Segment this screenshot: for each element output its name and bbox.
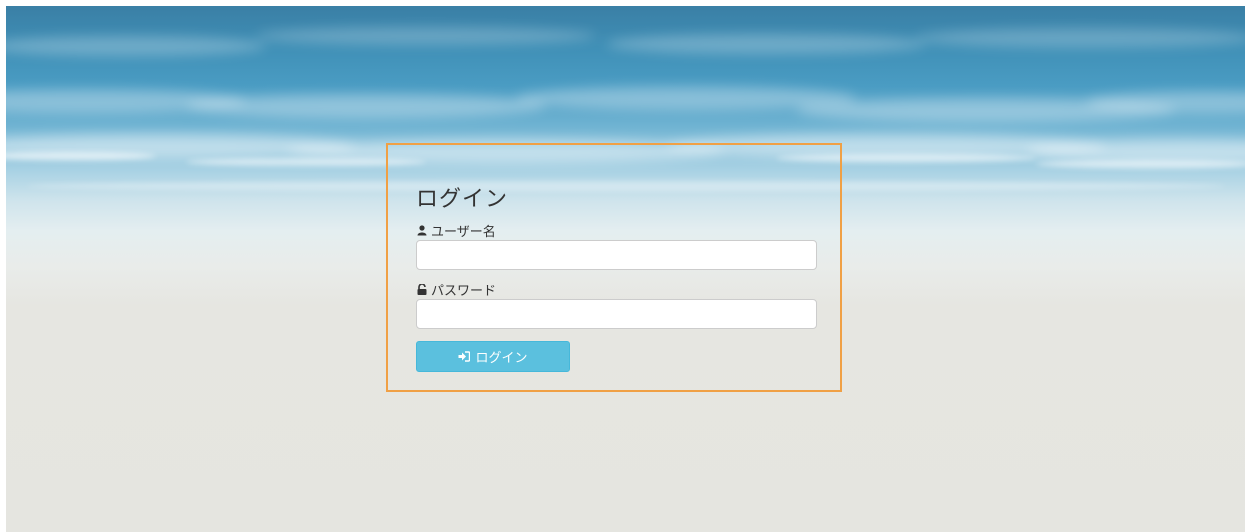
password-label: パスワード — [417, 280, 496, 299]
sign-in-icon — [458, 351, 471, 362]
password-input[interactable] — [416, 299, 817, 329]
login-panel: ログイン ユーザー名 パスワード ログイン — [386, 143, 842, 392]
username-label: ユーザー名 — [417, 221, 496, 240]
login-title: ログイン — [416, 187, 509, 212]
page-background: ログイン ユーザー名 パスワード ログイン — [6, 6, 1245, 532]
user-icon — [417, 225, 427, 236]
password-label-text: パスワード — [431, 284, 497, 299]
username-label-text: ユーザー名 — [431, 225, 496, 240]
login-button[interactable]: ログイン — [416, 341, 570, 372]
username-input[interactable] — [416, 240, 817, 270]
login-button-label: ログイン — [475, 351, 528, 366]
unlock-icon — [417, 284, 427, 295]
